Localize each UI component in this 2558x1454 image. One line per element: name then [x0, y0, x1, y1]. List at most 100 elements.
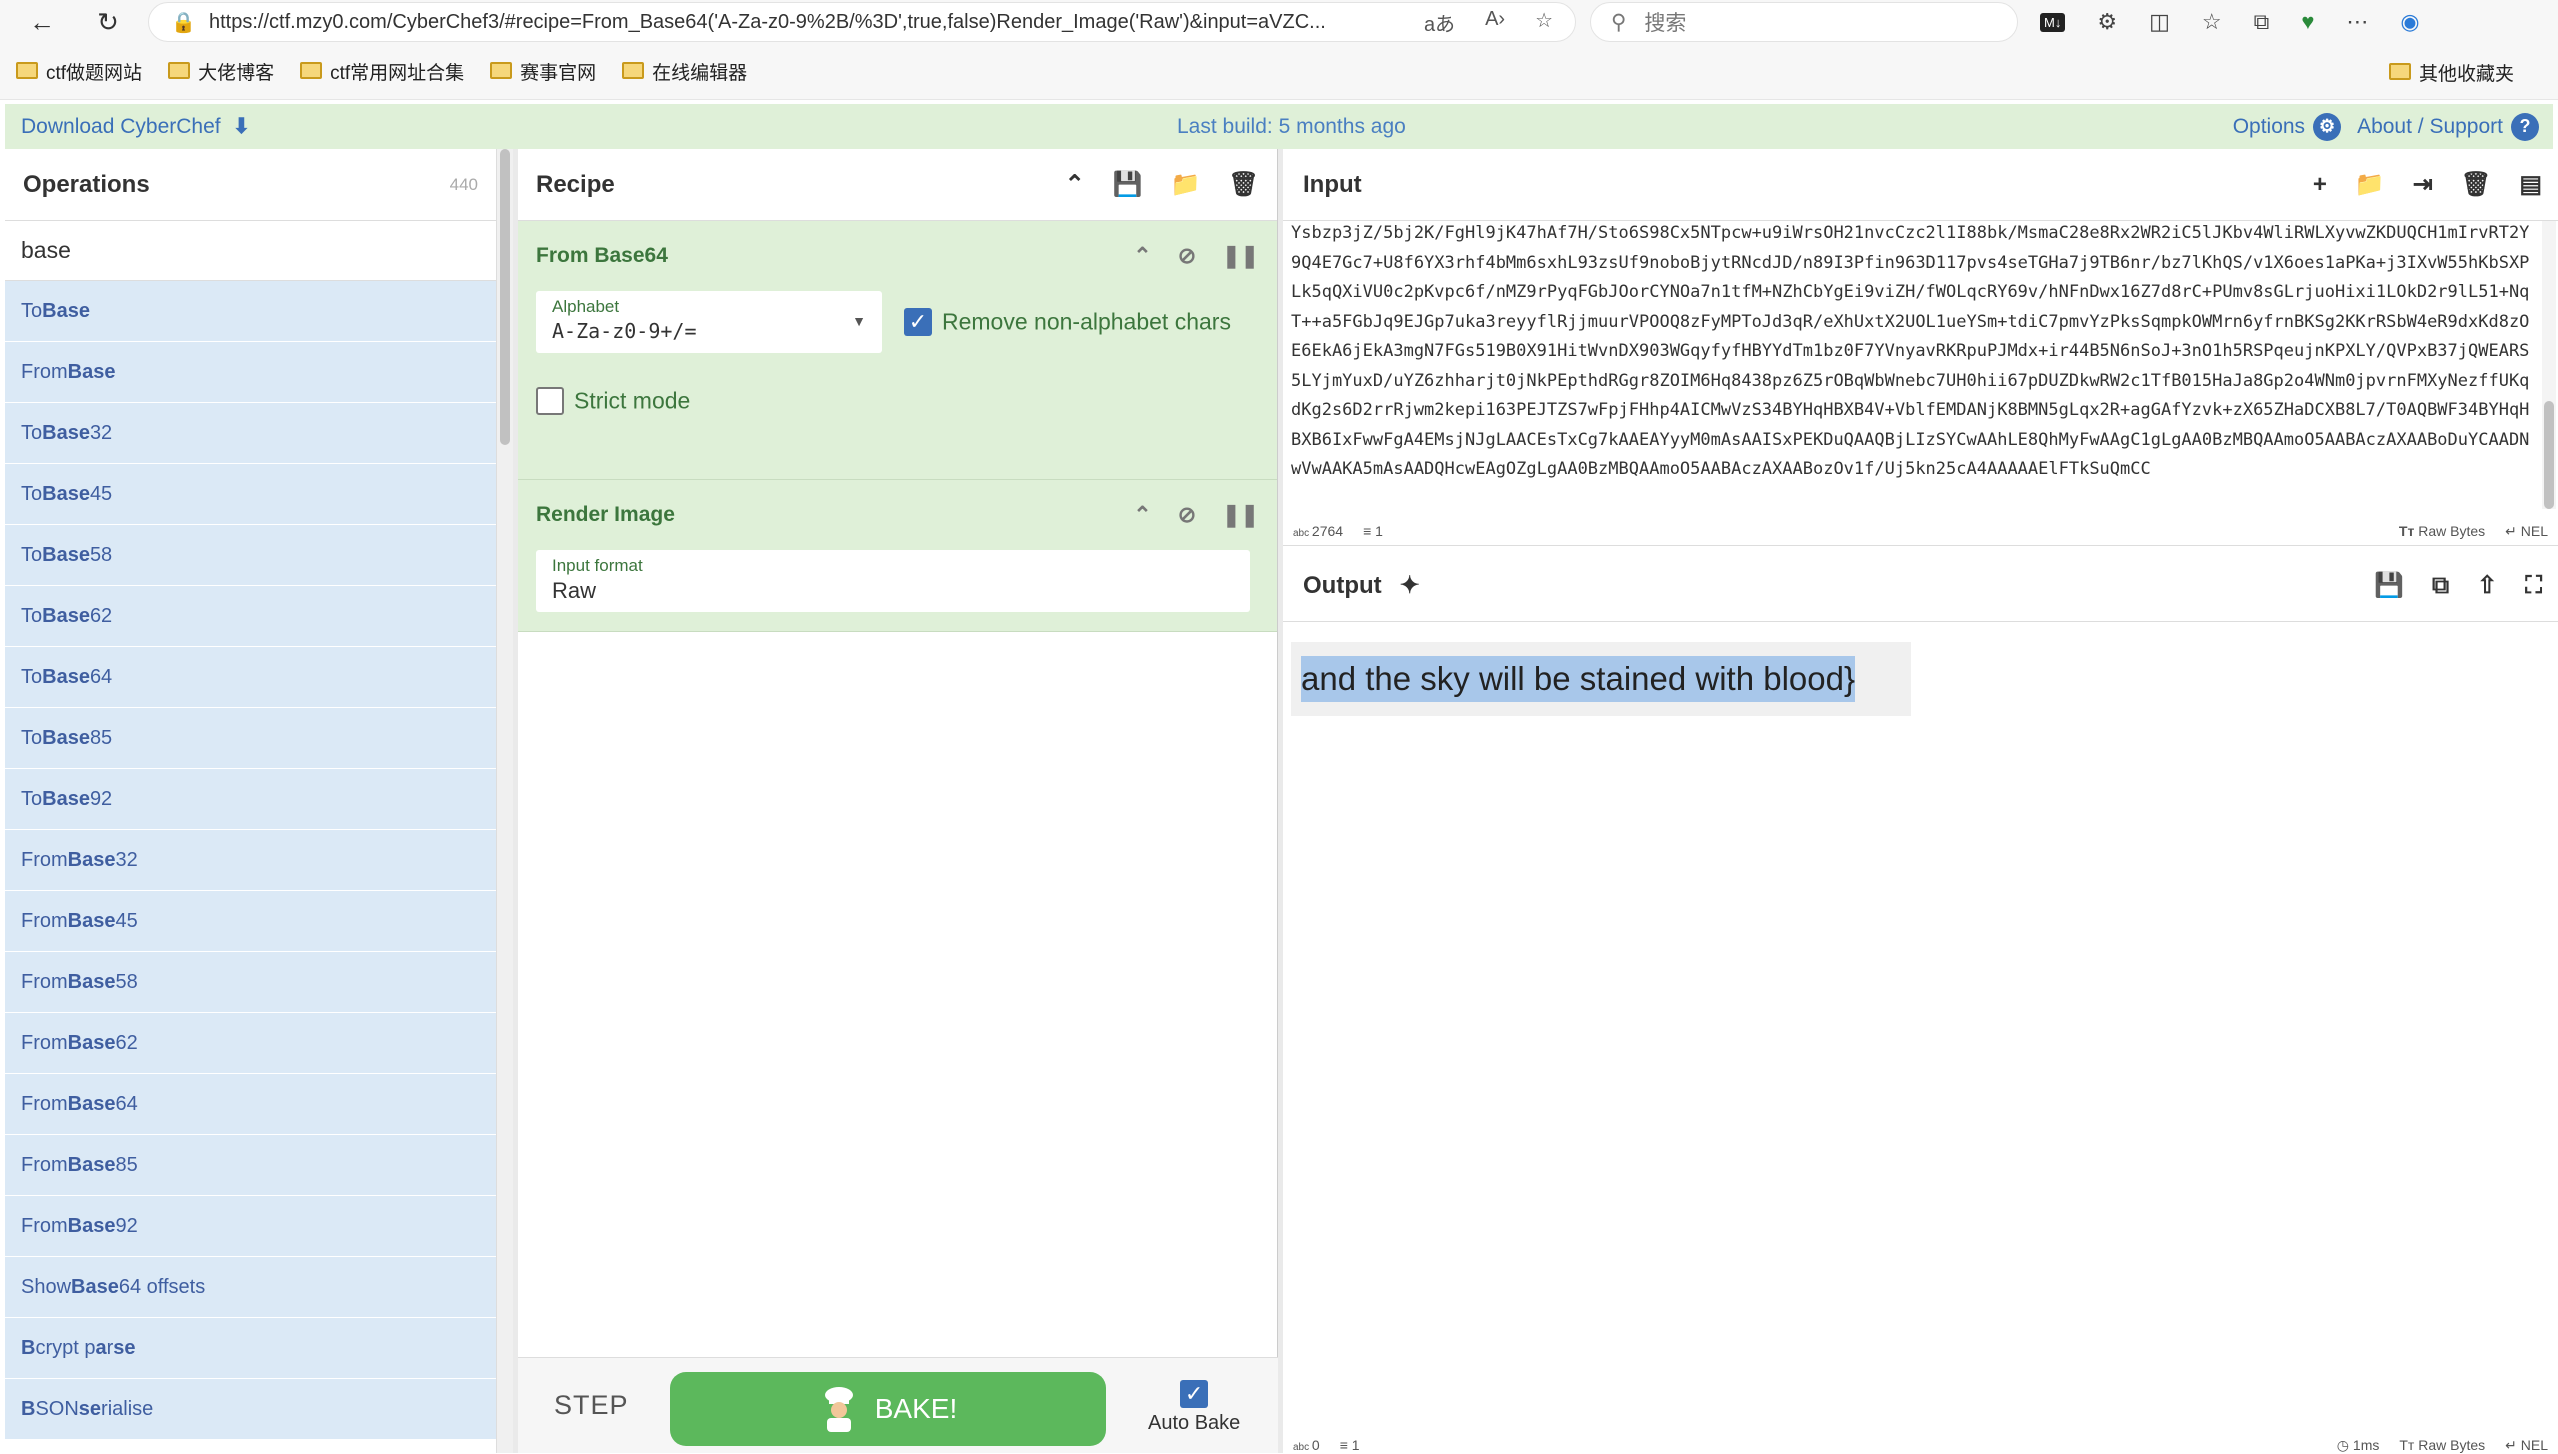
operation-item[interactable]: Bcrypt p a r se: [5, 1318, 496, 1379]
disable-icon[interactable]: ⊘: [1178, 502, 1196, 528]
operation-label-part: To: [21, 421, 43, 444]
operation-item[interactable]: From Base 45: [5, 891, 496, 952]
replace-input-icon[interactable]: ⇧: [2477, 571, 2497, 600]
reset-layout-icon[interactable]: ▤: [2519, 170, 2542, 199]
favorites-icon[interactable]: ☆: [2202, 9, 2222, 35]
operation-item[interactable]: From Base 85: [5, 1135, 496, 1196]
strict-mode-checkbox[interactable]: Strict mode: [536, 387, 1259, 415]
operation-item[interactable]: To Base 62: [5, 586, 496, 647]
recipe-header: Recipe ⌃ 💾 📁 🗑: [518, 149, 1277, 221]
open-folder-icon[interactable]: 📁: [2355, 170, 2385, 199]
input-textarea[interactable]: Ysbzp3jZ/5bj2K/FgHl9jK47hAf7H/Sto6S98Cx5…: [1291, 219, 2531, 509]
bookmark-ctf-sites[interactable]: ctf做题网站: [16, 58, 142, 85]
copy-output-icon[interactable]: ⧉: [2432, 572, 2449, 600]
encoding-label: Raw Bytes: [2418, 523, 2486, 539]
disable-icon[interactable]: ⊘: [1178, 243, 1196, 269]
split-screen-icon[interactable]: ◫: [2149, 9, 2170, 35]
bookmark-ctf-links[interactable]: ctf常用网址合集: [300, 58, 464, 85]
copilot-icon[interactable]: ◉: [2400, 9, 2419, 35]
read-aloud-icon[interactable]: A›: [1485, 8, 1505, 37]
operation-item[interactable]: Show Base 64 offsets: [5, 1257, 496, 1318]
output-title: Output: [1303, 571, 1382, 599]
operations-scrollbar[interactable]: [497, 149, 513, 1453]
operation-label-part: To: [21, 482, 43, 505]
eol-selector[interactable]: ↵ NEL: [2505, 523, 2548, 540]
browser-search-box[interactable]: ⚲ 搜索: [1590, 2, 2018, 42]
translate-icon[interactable]: aあ: [1424, 8, 1455, 37]
back-arrow-icon[interactable]: ←: [20, 0, 64, 44]
bookmark-blogs[interactable]: 大佬博客: [168, 58, 274, 85]
maximize-output-icon[interactable]: ⛶: [2525, 572, 2542, 600]
clear-recipe-icon[interactable]: 🗑: [1229, 170, 1259, 199]
more-menu-icon[interactable]: ⋯: [2346, 9, 2368, 35]
operation-label-part: Show: [21, 1275, 72, 1298]
browser-essentials-icon[interactable]: ♥: [2301, 9, 2314, 35]
extensions-icon[interactable]: ⚙: [2097, 9, 2117, 35]
options-label: Options: [2232, 114, 2306, 138]
operation-item[interactable]: To Base 85: [5, 708, 496, 769]
auto-bake-checkbox[interactable]: ✓ Auto Bake: [1148, 1380, 1240, 1435]
save-recipe-icon[interactable]: 💾: [1113, 170, 1143, 199]
operation-item[interactable]: From Base 64: [5, 1074, 496, 1135]
bake-button[interactable]: BAKE!: [670, 1372, 1106, 1446]
address-url[interactable]: https://ctf.mzy0.com/CyberChef3/#recipe=…: [209, 11, 1424, 34]
input-scrollbar[interactable]: [2542, 221, 2556, 509]
open-file-icon[interactable]: ⇥: [2413, 170, 2433, 199]
add-tab-icon[interactable]: +: [2313, 171, 2327, 199]
collapse-icon[interactable]: ⌃: [1133, 243, 1151, 269]
bookmark-events[interactable]: 赛事官网: [490, 58, 596, 85]
operation-item[interactable]: To Base: [5, 281, 496, 342]
markdown-extension-icon[interactable]: M↓: [2040, 12, 2066, 32]
operation-label-part: From: [21, 848, 68, 871]
time-label: 1ms: [2352, 1436, 2380, 1453]
clear-input-icon[interactable]: 🗑: [2461, 170, 2491, 199]
step-button[interactable]: STEP: [554, 1390, 629, 1421]
collapse-icon[interactable]: ⌃: [1133, 502, 1151, 528]
operation-label-part: From: [21, 909, 68, 932]
recipe-op-from-base64[interactable]: From Base64 ⌃ ⊘ ❚❚ Alphabet A-Za-z0-9+/=…: [518, 221, 1277, 480]
strict-label: Strict mode: [574, 387, 691, 414]
breakpoint-icon[interactable]: ❚❚: [1222, 502, 1259, 528]
scrollbar-thumb[interactable]: [2544, 401, 2554, 509]
recipe-op-render-image[interactable]: Render Image ⌃ ⊘ ❚❚ Input format Raw: [518, 480, 1277, 632]
remove-nonalpha-checkbox[interactable]: ✓ Remove non-alphabet chars: [904, 308, 1231, 336]
operation-item[interactable]: To Base 45: [5, 464, 496, 525]
help-icon: ?: [2511, 112, 2539, 141]
checkbox-checked-icon: ✓: [1180, 1380, 1209, 1408]
options-link[interactable]: Options ⚙: [2232, 112, 2342, 141]
operation-item[interactable]: To Base 32: [5, 403, 496, 464]
bookmark-other-favorites[interactable]: 其他收藏夹: [2388, 44, 2514, 100]
operation-item[interactable]: From Base 32: [5, 830, 496, 891]
refresh-icon[interactable]: ↻: [86, 0, 130, 44]
encoding-selector[interactable]: Tт Raw Bytes: [2399, 523, 2485, 539]
eol-icon: ↵: [2505, 522, 2521, 539]
alphabet-select[interactable]: Alphabet A-Za-z0-9+/= ▼: [536, 291, 882, 353]
last-build-text: Last build: 5 months ago: [1177, 114, 1406, 138]
address-bar[interactable]: 🔒 https://ctf.mzy0.com/CyberChef3/#recip…: [148, 2, 1576, 42]
operation-item[interactable]: From Base 58: [5, 952, 496, 1013]
operation-item[interactable]: From Base: [5, 342, 496, 403]
operation-item[interactable]: From Base 92: [5, 1196, 496, 1257]
favorite-star-icon[interactable]: ☆: [1535, 8, 1553, 37]
operation-item[interactable]: From Base 62: [5, 1013, 496, 1074]
operation-label-part: 58: [115, 970, 138, 993]
breakpoint-icon[interactable]: ❚❚: [1222, 243, 1259, 269]
download-cyberchef-link[interactable]: Download CyberChef ⬇: [21, 114, 250, 139]
scrollbar-thumb[interactable]: [500, 149, 510, 445]
operation-item[interactable]: To Base 58: [5, 525, 496, 586]
operation-label-part: Base: [71, 1275, 119, 1298]
about-support-link[interactable]: About / Support?: [2357, 112, 2539, 141]
operations-search-input[interactable]: base: [5, 221, 496, 281]
operation-item[interactable]: To Base 92: [5, 769, 496, 830]
collections-icon[interactable]: ⧉: [2254, 9, 2270, 35]
encoding-selector[interactable]: Tт Raw Bytes: [2399, 1437, 2485, 1453]
operation-item[interactable]: To Base 64: [5, 647, 496, 708]
collapse-all-icon[interactable]: ⌃: [1065, 170, 1085, 199]
input-format-select[interactable]: Input format Raw: [536, 550, 1250, 612]
eol-selector[interactable]: ↵ NEL: [2505, 1437, 2548, 1454]
save-output-icon[interactable]: 💾: [2374, 571, 2404, 600]
bookmark-online-editor[interactable]: 在线编辑器: [622, 58, 747, 85]
operation-item[interactable]: B SON se rialise: [5, 1379, 496, 1440]
magic-wand-icon[interactable]: ✦: [1400, 571, 1420, 600]
load-recipe-icon[interactable]: 📁: [1171, 170, 1201, 199]
